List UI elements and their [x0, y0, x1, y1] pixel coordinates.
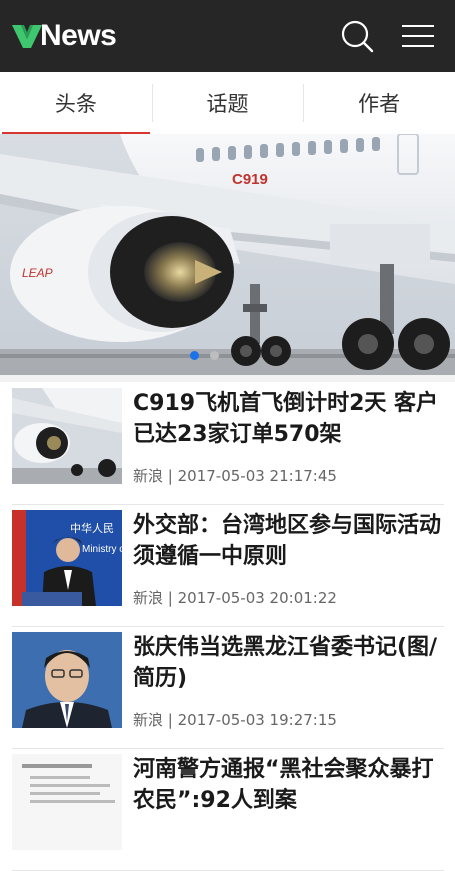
carousel-dot[interactable]: [190, 351, 199, 360]
news-source: 新浪: [133, 711, 164, 729]
news-thumbnail: [12, 632, 122, 728]
news-item[interactable]: 张庆伟当选黑龙江省委书记(图/简历) 新浪 | 2017-05-03 19:27…: [12, 626, 444, 749]
news-title: 张庆伟当选黑龙江省委书记(图/简历): [133, 635, 438, 691]
tab-headlines[interactable]: 头条: [0, 72, 152, 135]
news-time: 2017-05-03 19:27:15: [177, 711, 337, 729]
news-title: 河南警方通报“黑社会聚众暴打农民”:92人到案: [133, 757, 434, 813]
news-meta: 新浪 | 2017-05-03 20:01:22: [133, 589, 337, 607]
carousel-dot[interactable]: [210, 351, 219, 360]
news-title: C919飞机首飞倒计时2天 客户已达23家订单570架: [133, 391, 439, 447]
v-logo-icon: [12, 25, 42, 48]
app-logo[interactable]: News: [12, 18, 117, 54]
menu-icon[interactable]: [401, 22, 435, 50]
carousel-indicators: [190, 351, 219, 360]
news-time: 2017-05-03 21:17:45: [177, 467, 337, 485]
tab-bar: 头条 话题 作者: [0, 72, 455, 135]
tab-label: 话题: [206, 92, 249, 116]
tab-label: 作者: [358, 92, 401, 116]
news-item[interactable]: C919飞机首飞倒计时2天 客户已达23家订单570架 新浪 | 2017-05…: [12, 382, 444, 505]
svg-text:中华人民: 中华人民: [70, 521, 114, 535]
carousel-banner[interactable]: C919 LEAP: [0, 134, 455, 375]
section-divider: [0, 375, 455, 382]
news-thumbnail: [12, 388, 122, 484]
news-item[interactable]: 中华人民 Ministry of 外交部：台湾地区参与国际活动须遵循一中原则 新…: [12, 504, 444, 627]
svg-text:Ministry of: Ministry of: [82, 544, 122, 555]
search-icon[interactable]: [339, 18, 375, 54]
news-source: 新浪: [133, 467, 164, 485]
news-source: 新浪: [133, 589, 164, 607]
news-thumbnail: 中华人民 Ministry of: [12, 510, 122, 606]
svg-text:C919: C919: [232, 171, 268, 188]
tab-topics[interactable]: 话题: [151, 72, 304, 134]
airplane-image: C919 LEAP: [0, 134, 455, 375]
news-item[interactable]: 河南警方通报“黑社会聚众暴打农民”:92人到案: [12, 748, 444, 871]
tab-authors[interactable]: 作者: [303, 72, 455, 134]
news-thumbnail: [12, 754, 122, 850]
news-meta: 新浪 | 2017-05-03 19:27:15: [133, 711, 337, 729]
news-time: 2017-05-03 20:01:22: [177, 589, 337, 607]
news-meta: 新浪 | 2017-05-03 21:17:45: [133, 467, 337, 485]
news-title: 外交部：台湾地区参与国际活动须遵循一中原则: [133, 513, 442, 569]
logo-text: News: [40, 19, 117, 52]
svg-text:LEAP: LEAP: [22, 266, 53, 280]
app-header: News: [0, 0, 455, 72]
tab-label: 头条: [54, 92, 97, 116]
